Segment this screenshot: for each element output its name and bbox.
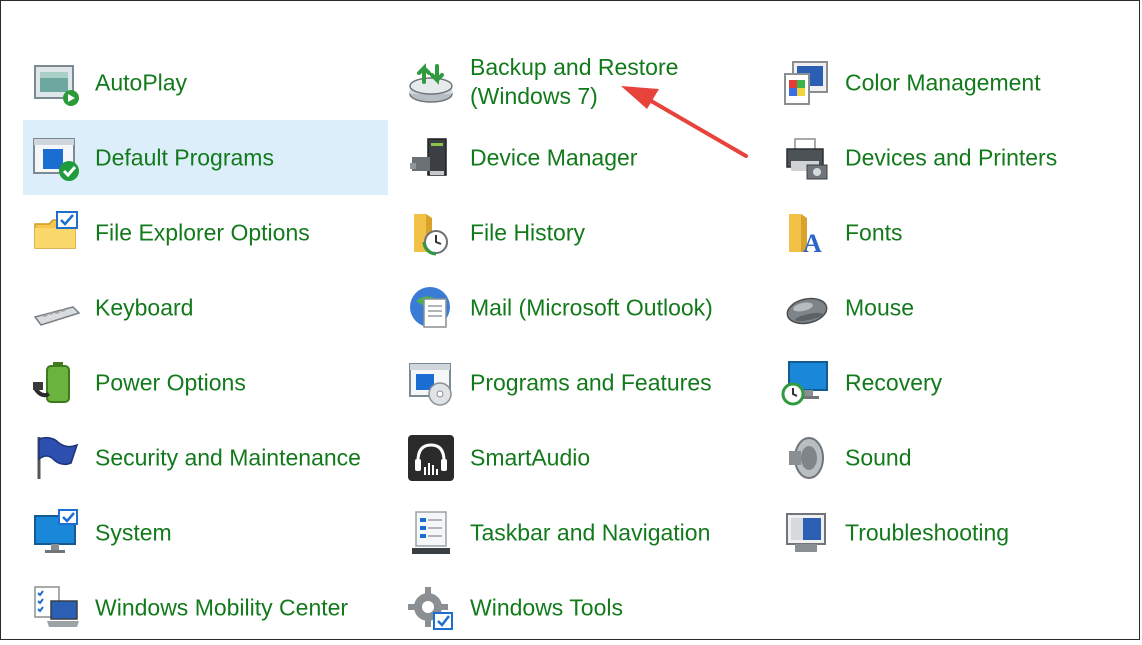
item-label: Troubleshooting (845, 519, 1010, 545)
taskbar-icon (406, 508, 456, 558)
headphones-icon (406, 433, 456, 483)
item-label: Mouse (845, 294, 915, 320)
item-label: Recovery (845, 369, 943, 395)
laptop-checklist-icon (31, 583, 81, 633)
item-recovery[interactable]: Recovery (773, 345, 1138, 420)
item-label: Device Manager (470, 144, 638, 170)
svg-text:A: A (803, 229, 822, 258)
item-keyboard[interactable]: Keyboard (23, 270, 388, 345)
keyboard-icon (31, 283, 81, 333)
item-label: File Explorer Options (95, 219, 310, 245)
item-color-management[interactable]: Color Management (773, 45, 1138, 120)
item-backup-and-restore[interactable]: Backup and Restore (Windows 7) (398, 45, 763, 120)
monitor-check-icon (31, 508, 81, 558)
programs-features-icon (406, 358, 456, 408)
file-history-icon (406, 208, 456, 258)
item-windows-tools[interactable]: Windows Tools (398, 570, 763, 645)
item-label: Backup and Restore (Windows 7) (470, 54, 679, 109)
item-label: Keyboard (95, 294, 194, 320)
item-smartaudio[interactable]: SmartAudio (398, 420, 763, 495)
item-windows-mobility-center[interactable]: Windows Mobility Center (23, 570, 388, 645)
item-mail[interactable]: Mail (Microsoft Outlook) (398, 270, 763, 345)
item-label: File History (470, 219, 586, 245)
item-label: System (95, 519, 172, 545)
fonts-icon: A (781, 208, 831, 258)
item-troubleshooting[interactable]: Troubleshooting (773, 495, 1138, 570)
item-default-programs[interactable]: Default Programs (23, 120, 388, 195)
autoplay-icon (31, 58, 81, 108)
item-fonts[interactable]: A Fonts (773, 195, 1138, 270)
item-label: Power Options (95, 369, 246, 395)
item-file-explorer-options[interactable]: File Explorer Options (23, 195, 388, 270)
color-management-icon (781, 58, 831, 108)
item-label: Windows Mobility Center (95, 594, 349, 620)
battery-plug-icon (31, 358, 81, 408)
device-manager-icon (406, 133, 456, 183)
item-label: Sound (845, 444, 912, 470)
item-power-options[interactable]: Power Options (23, 345, 388, 420)
mail-icon (406, 283, 456, 333)
item-taskbar-and-navigation[interactable]: Taskbar and Navigation (398, 495, 763, 570)
item-security-and-maintenance[interactable]: Security and Maintenance (23, 420, 388, 495)
item-label: SmartAudio (470, 444, 591, 470)
item-label: Taskbar and Navigation (470, 519, 711, 545)
item-autoplay[interactable]: AutoPlay (23, 45, 388, 120)
item-label: Security and Maintenance (95, 444, 361, 470)
item-label: Default Programs (95, 144, 274, 170)
item-sound[interactable]: Sound (773, 420, 1138, 495)
item-programs-and-features[interactable]: Programs and Features (398, 345, 763, 420)
flag-icon (31, 433, 81, 483)
mouse-icon (781, 283, 831, 333)
recovery-icon (781, 358, 831, 408)
folder-check-icon (31, 208, 81, 258)
default-programs-icon (31, 133, 81, 183)
item-label: AutoPlay (95, 69, 188, 95)
item-file-history[interactable]: File History (398, 195, 763, 270)
item-label: Fonts (845, 219, 903, 245)
item-device-manager[interactable]: Device Manager (398, 120, 763, 195)
item-label: Programs and Features (470, 369, 712, 395)
item-label: Windows Tools (470, 594, 623, 620)
gear-icon (406, 583, 456, 633)
item-label: Color Management (845, 69, 1041, 95)
item-devices-and-printers[interactable]: Devices and Printers (773, 120, 1138, 195)
troubleshooting-icon (781, 508, 831, 558)
backup-restore-icon (406, 58, 456, 108)
control-panel-window: AutoPlay Backup and Restore (Windows 7) C… (0, 0, 1140, 640)
printer-icon (781, 133, 831, 183)
item-mouse[interactable]: Mouse (773, 270, 1138, 345)
speaker-icon (781, 433, 831, 483)
item-label: Mail (Microsoft Outlook) (470, 294, 713, 320)
item-label: Devices and Printers (845, 144, 1058, 170)
item-system[interactable]: System (23, 495, 388, 570)
